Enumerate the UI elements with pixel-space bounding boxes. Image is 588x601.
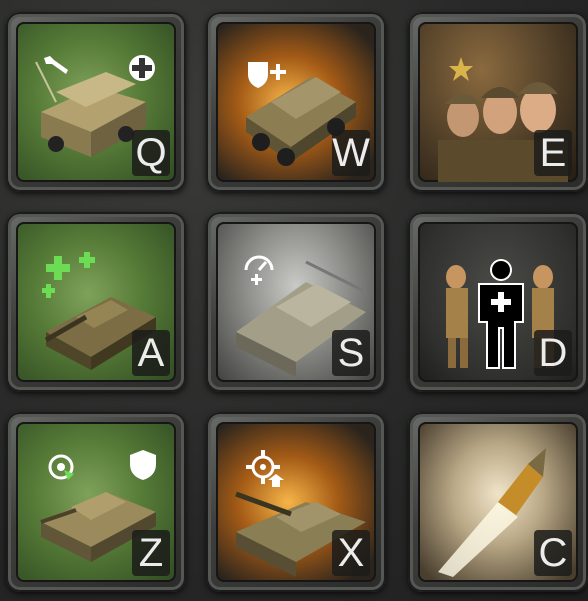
ability-button-c[interactable]: C <box>408 412 588 592</box>
ability-artwork: D <box>418 222 578 382</box>
ability-grid: Q W E A S D Z X C <box>0 0 588 601</box>
speed-gauge-icon <box>244 255 274 285</box>
hotkey-label: C <box>534 530 572 576</box>
ability-artwork: Z <box>16 422 176 582</box>
medic-cross-icon <box>129 55 155 81</box>
hotkey-label: A <box>132 330 170 376</box>
hotkey-label: E <box>534 130 572 176</box>
hotkey-label: Z <box>132 530 170 576</box>
ability-artwork: C <box>418 422 578 582</box>
hotkey-label: X <box>332 530 370 576</box>
hotkey-label: W <box>332 130 370 176</box>
ability-artwork: X <box>216 422 376 582</box>
ability-button-w[interactable]: W <box>206 12 386 192</box>
ability-artwork: A <box>16 222 176 382</box>
hotkey-label: Q <box>132 130 170 176</box>
armor-upgrade-icon <box>248 62 286 88</box>
shield-icon <box>130 450 156 480</box>
ability-button-a[interactable]: A <box>6 212 186 392</box>
ability-artwork: E <box>418 22 578 182</box>
wrench-icon <box>44 56 68 74</box>
star-icon <box>449 57 473 81</box>
ability-button-x[interactable]: X <box>206 412 386 592</box>
medic-silhouette-icon <box>478 259 524 369</box>
heal-crosses-icon <box>42 252 95 298</box>
ability-artwork: W <box>216 22 376 182</box>
ability-button-e[interactable]: E <box>408 12 588 192</box>
hotkey-label: D <box>534 330 572 376</box>
hotkey-label: S <box>332 330 370 376</box>
ability-button-s[interactable]: S <box>206 212 386 392</box>
crosshair-icon <box>246 450 284 487</box>
ability-button-z[interactable]: Z <box>6 412 186 592</box>
ability-button-d[interactable]: D <box>408 212 588 392</box>
ability-button-q[interactable]: Q <box>6 12 186 192</box>
rotate-icon <box>48 454 74 480</box>
ability-artwork: Q <box>16 22 176 182</box>
ability-artwork: S <box>216 222 376 382</box>
